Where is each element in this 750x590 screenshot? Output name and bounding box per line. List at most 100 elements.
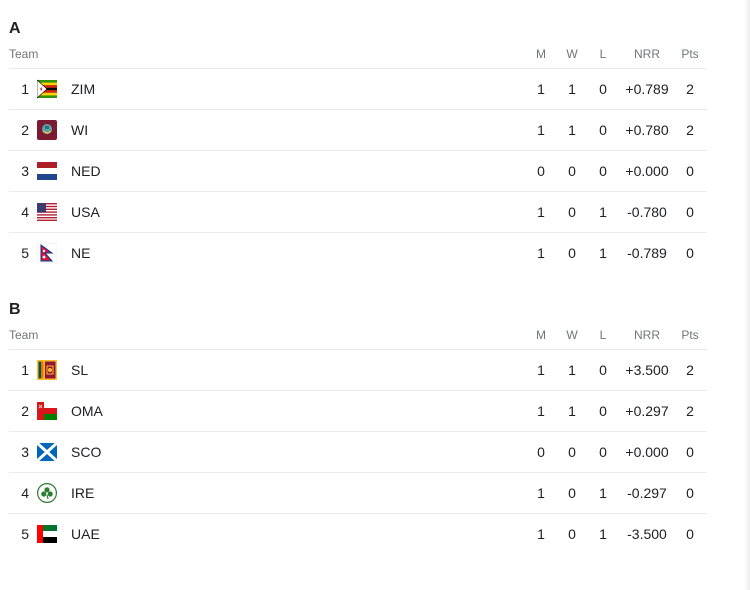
- oman-flag-icon: [37, 401, 57, 421]
- net-run-rate: -3.500: [627, 526, 667, 542]
- team-name: NE: [71, 245, 91, 261]
- group-b-table: B Team M W L NRR Pts 1 SL 1 1 0 +3.500 2…: [9, 299, 707, 554]
- matches: 1: [537, 81, 545, 97]
- net-run-rate: -0.789: [627, 245, 667, 261]
- scroll-edge: [744, 0, 750, 590]
- nrr-column-header: NRR: [634, 47, 660, 61]
- team-row[interactable]: 1 SL 1 1 0 +3.500 2: [9, 350, 707, 391]
- rank: 2: [21, 122, 29, 138]
- team-row[interactable]: 3 SCO 0 0 0 +0.000 0: [9, 432, 707, 473]
- losses: 0: [599, 444, 607, 460]
- matches: 1: [537, 526, 545, 542]
- team-name: WI: [71, 122, 89, 138]
- points: 0: [686, 204, 694, 220]
- matches-column-header: M: [536, 47, 546, 61]
- team-name: SL: [71, 362, 89, 378]
- wins-column-header: W: [566, 328, 578, 342]
- losses: 0: [599, 403, 607, 419]
- sri-lanka-flag-icon: [37, 360, 57, 380]
- rank: 2: [21, 403, 29, 419]
- rank: 4: [21, 485, 29, 501]
- matches: 0: [537, 444, 545, 460]
- matches: 1: [537, 403, 545, 419]
- matches: 1: [537, 485, 545, 501]
- matches: 1: [537, 204, 545, 220]
- wins: 0: [568, 163, 576, 179]
- table-header: Team M W L NRR Pts: [9, 40, 707, 69]
- net-run-rate: +0.789: [625, 81, 669, 97]
- points: 0: [686, 444, 694, 460]
- team-row[interactable]: 2 WI 1 1 0 +0.780 2: [9, 110, 707, 151]
- rank: 3: [21, 444, 29, 460]
- losses: 1: [599, 204, 607, 220]
- west-indies-flag-icon: [37, 120, 57, 140]
- team-name: SCO: [71, 444, 102, 460]
- team-row[interactable]: 5 UAE 1 0 1 -3.500 0: [9, 514, 707, 554]
- net-run-rate: -0.780: [627, 204, 667, 220]
- wins: 1: [568, 362, 576, 378]
- nepal-flag-icon: [37, 243, 57, 263]
- matches-column-header: M: [536, 328, 546, 342]
- team-row[interactable]: 1 ZIM 1 1 0 +0.789 2: [9, 69, 707, 110]
- wins: 0: [568, 485, 576, 501]
- net-run-rate: +3.500: [625, 362, 669, 378]
- net-run-rate: +0.000: [625, 444, 669, 460]
- team-name: OMA: [71, 403, 103, 419]
- matches: 0: [537, 163, 545, 179]
- points-column-header: Pts: [681, 47, 699, 61]
- matches: 1: [537, 362, 545, 378]
- wins-column-header: W: [566, 47, 578, 61]
- rank: 5: [21, 245, 29, 261]
- usa-flag-icon: [37, 202, 57, 222]
- team-column-header: Team: [9, 328, 39, 342]
- points-column-header: Pts: [681, 328, 699, 342]
- matches: 1: [537, 122, 545, 138]
- rank: 1: [21, 362, 29, 378]
- points: 2: [686, 81, 694, 97]
- rank: 5: [21, 526, 29, 542]
- wins: 0: [568, 204, 576, 220]
- team-name: UAE: [71, 526, 100, 542]
- team-row[interactable]: 4 IRE 1 0 1 -0.297 0: [9, 473, 707, 514]
- net-run-rate: +0.000: [625, 163, 669, 179]
- losses: 0: [599, 81, 607, 97]
- scotland-flag-icon: [37, 442, 57, 462]
- zimbabwe-flag-icon: [37, 79, 57, 99]
- team-column-header: Team: [9, 47, 39, 61]
- points: 0: [686, 526, 694, 542]
- losses: 1: [599, 245, 607, 261]
- points: 0: [686, 485, 694, 501]
- wins: 0: [568, 526, 576, 542]
- team-name: USA: [71, 204, 100, 220]
- losses-column-header: L: [599, 328, 607, 342]
- team-row[interactable]: 4 USA 1 0 1 -0.780 0: [9, 192, 707, 233]
- losses: 1: [599, 485, 607, 501]
- team-name: ZIM: [71, 81, 96, 97]
- nrr-column-header: NRR: [634, 328, 660, 342]
- team-row[interactable]: 3 NED 0 0 0 +0.000 0: [9, 151, 707, 192]
- wins: 0: [568, 444, 576, 460]
- team-row[interactable]: 2 OMA 1 1 0 +0.297 2: [9, 391, 707, 432]
- team-name: IRE: [71, 485, 95, 501]
- losses-column-header: L: [599, 47, 607, 61]
- uae-flag-icon: [37, 524, 57, 544]
- group-title: A: [9, 20, 21, 37]
- net-run-rate: +0.297: [625, 403, 669, 419]
- losses: 0: [599, 362, 607, 378]
- group-a-table: A Team M W L NRR Pts 1 ZIM 1 1 0 +0.789 …: [9, 18, 707, 273]
- losses: 0: [599, 163, 607, 179]
- group-title: B: [9, 301, 21, 318]
- wins: 1: [568, 122, 576, 138]
- points: 2: [686, 122, 694, 138]
- ireland-cricket-logo-icon: [37, 483, 57, 503]
- rank: 1: [21, 81, 29, 97]
- team-row[interactable]: 5 NE 1 0 1 -0.789 0: [9, 233, 707, 273]
- points: 0: [686, 245, 694, 261]
- points: 0: [686, 163, 694, 179]
- losses: 1: [599, 526, 607, 542]
- wins: 0: [568, 245, 576, 261]
- wins: 1: [568, 81, 576, 97]
- table-header: Team M W L NRR Pts: [9, 321, 707, 350]
- rank: 4: [21, 204, 29, 220]
- matches: 1: [537, 245, 545, 261]
